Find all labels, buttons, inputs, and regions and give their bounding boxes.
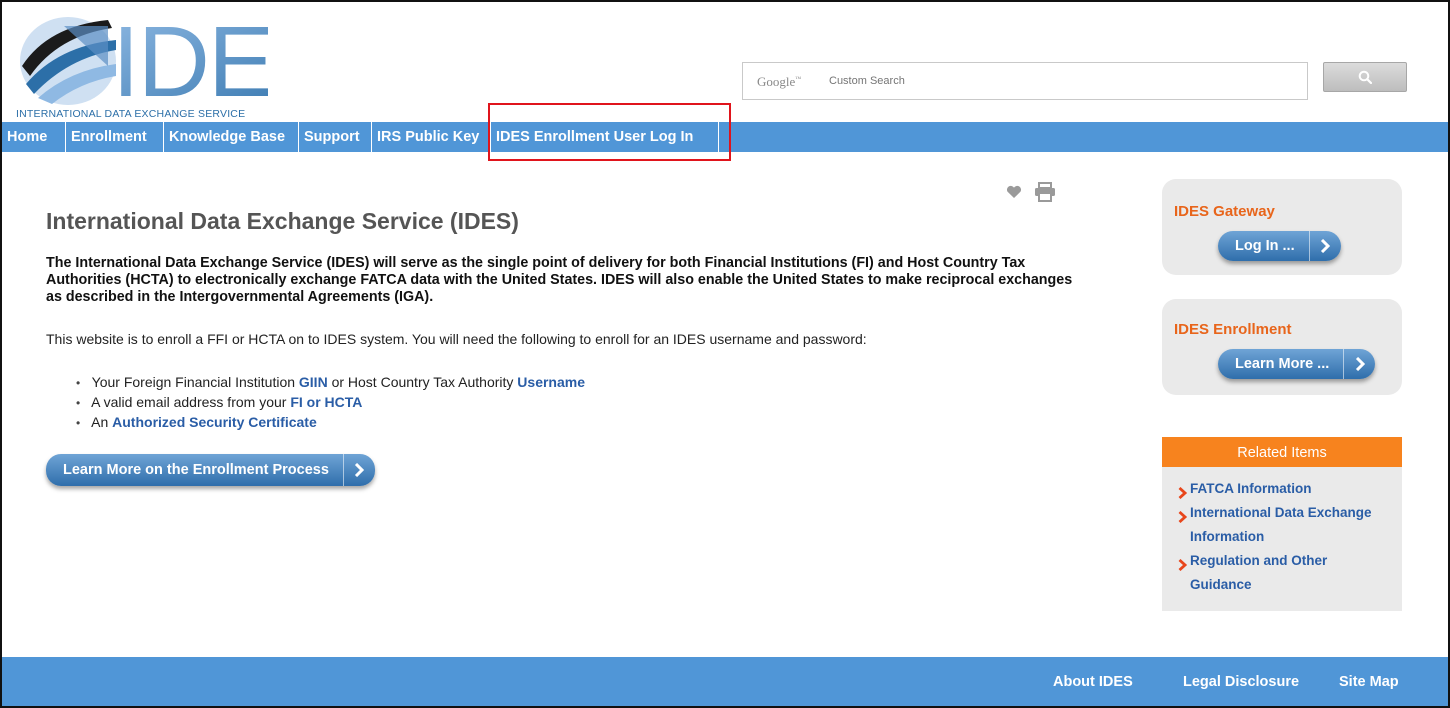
button-label: Learn More on the Enrollment Process: [63, 462, 329, 478]
chevron-right-icon: [1178, 507, 1188, 531]
footer: About IDES Legal Disclosure Site Map: [2, 657, 1448, 706]
logo-mark: IDES: [20, 6, 339, 118]
learn-more-enrollment-process-button[interactable]: Learn More on the Enrollment Process: [46, 454, 375, 486]
log-in-button[interactable]: Log In ...: [1218, 231, 1341, 261]
related-link[interactable]: Regulation and Other Guidance: [1190, 553, 1327, 592]
google-brand: Google™: [757, 74, 802, 89]
heart-icon[interactable]: [1006, 185, 1022, 199]
page-tools: [1006, 182, 1056, 202]
list-item: Your Foreign Financial Institution GIIN …: [76, 372, 585, 392]
lead-paragraph: The International Data Exchange Service …: [46, 255, 1073, 305]
authorized-security-certificate-link[interactable]: Authorized Security Certificate: [112, 414, 317, 430]
related-link[interactable]: International Data Exchange Information: [1190, 505, 1372, 544]
ides-enrollment-title: IDES Enrollment: [1174, 321, 1292, 338]
list-item: An Authorized Security Certificate: [76, 412, 585, 432]
chevron-right-icon: [1308, 231, 1341, 261]
footer-site-map-link[interactable]: Site Map: [1339, 674, 1399, 690]
related-items-header: Related Items: [1162, 437, 1402, 467]
page-title: International Data Exchange Service (IDE…: [46, 208, 519, 234]
learn-more-button[interactable]: Learn More ...: [1218, 349, 1376, 379]
footer-legal-disclosure-link[interactable]: Legal Disclosure: [1183, 674, 1299, 690]
chevron-right-icon: [1178, 555, 1188, 579]
chevron-right-icon: [1343, 349, 1375, 379]
requirements-list: Your Foreign Financial Institution GIIN …: [76, 372, 585, 432]
related-items-list: FATCA Information International Data Exc…: [1162, 467, 1402, 597]
main-nav: Home Enrollment Knowledge Base Support I…: [2, 122, 1448, 152]
print-icon[interactable]: [1034, 182, 1056, 202]
button-label: Learn More ...: [1235, 356, 1330, 372]
search-box[interactable]: Google™: [742, 62, 1308, 100]
ides-logo[interactable]: IDES INTERNATIONAL DATA EXCHANGE SERVICE: [8, 6, 339, 122]
search-button[interactable]: [1323, 62, 1407, 92]
button-label: Log In ...: [1235, 238, 1295, 254]
ides-gateway-title: IDES Gateway: [1174, 203, 1275, 220]
related-item-international-data-exchange-information[interactable]: International Data Exchange Information: [1178, 501, 1375, 549]
chevron-right-icon: [342, 454, 375, 486]
nav-enrollment[interactable]: Enrollment: [66, 122, 164, 152]
related-item-fatca-information[interactable]: FATCA Information: [1178, 477, 1375, 501]
nav-home[interactable]: Home: [2, 122, 66, 152]
username-link[interactable]: Username: [517, 374, 585, 390]
intro-paragraph: This website is to enroll a FFI or HCTA …: [46, 331, 867, 347]
giin-link[interactable]: GIIN: [299, 374, 328, 390]
logo-tagline: INTERNATIONAL DATA EXCHANGE SERVICE: [16, 108, 246, 120]
search-icon: [1358, 70, 1372, 84]
ides-gateway-card: IDES Gateway Log In ...: [1162, 179, 1402, 275]
fi-or-hcta-link[interactable]: FI or HCTA: [290, 394, 362, 410]
search-input[interactable]: [743, 63, 1307, 99]
nav-support[interactable]: Support: [299, 122, 372, 152]
footer-about-ides-link[interactable]: About IDES: [1053, 674, 1133, 690]
list-item: A valid email address from your FI or HC…: [76, 392, 585, 412]
nav-knowledge-base[interactable]: Knowledge Base: [164, 122, 299, 152]
related-item-regulation-and-other-guidance[interactable]: Regulation and Other Guidance: [1178, 549, 1375, 597]
nav-ides-enrollment-user-log-in[interactable]: IDES Enrollment User Log In: [491, 122, 719, 152]
page-frame: IDES INTERNATIONAL DATA EXCHANGE SERVICE…: [0, 0, 1450, 708]
logo-text: IDES: [112, 6, 268, 106]
ides-enrollment-card: IDES Enrollment Learn More ...: [1162, 299, 1402, 395]
related-link[interactable]: FATCA Information: [1190, 481, 1312, 496]
nav-irs-public-key[interactable]: IRS Public Key: [372, 122, 491, 152]
related-items-panel: Related Items FATCA Information Internat…: [1162, 437, 1402, 611]
